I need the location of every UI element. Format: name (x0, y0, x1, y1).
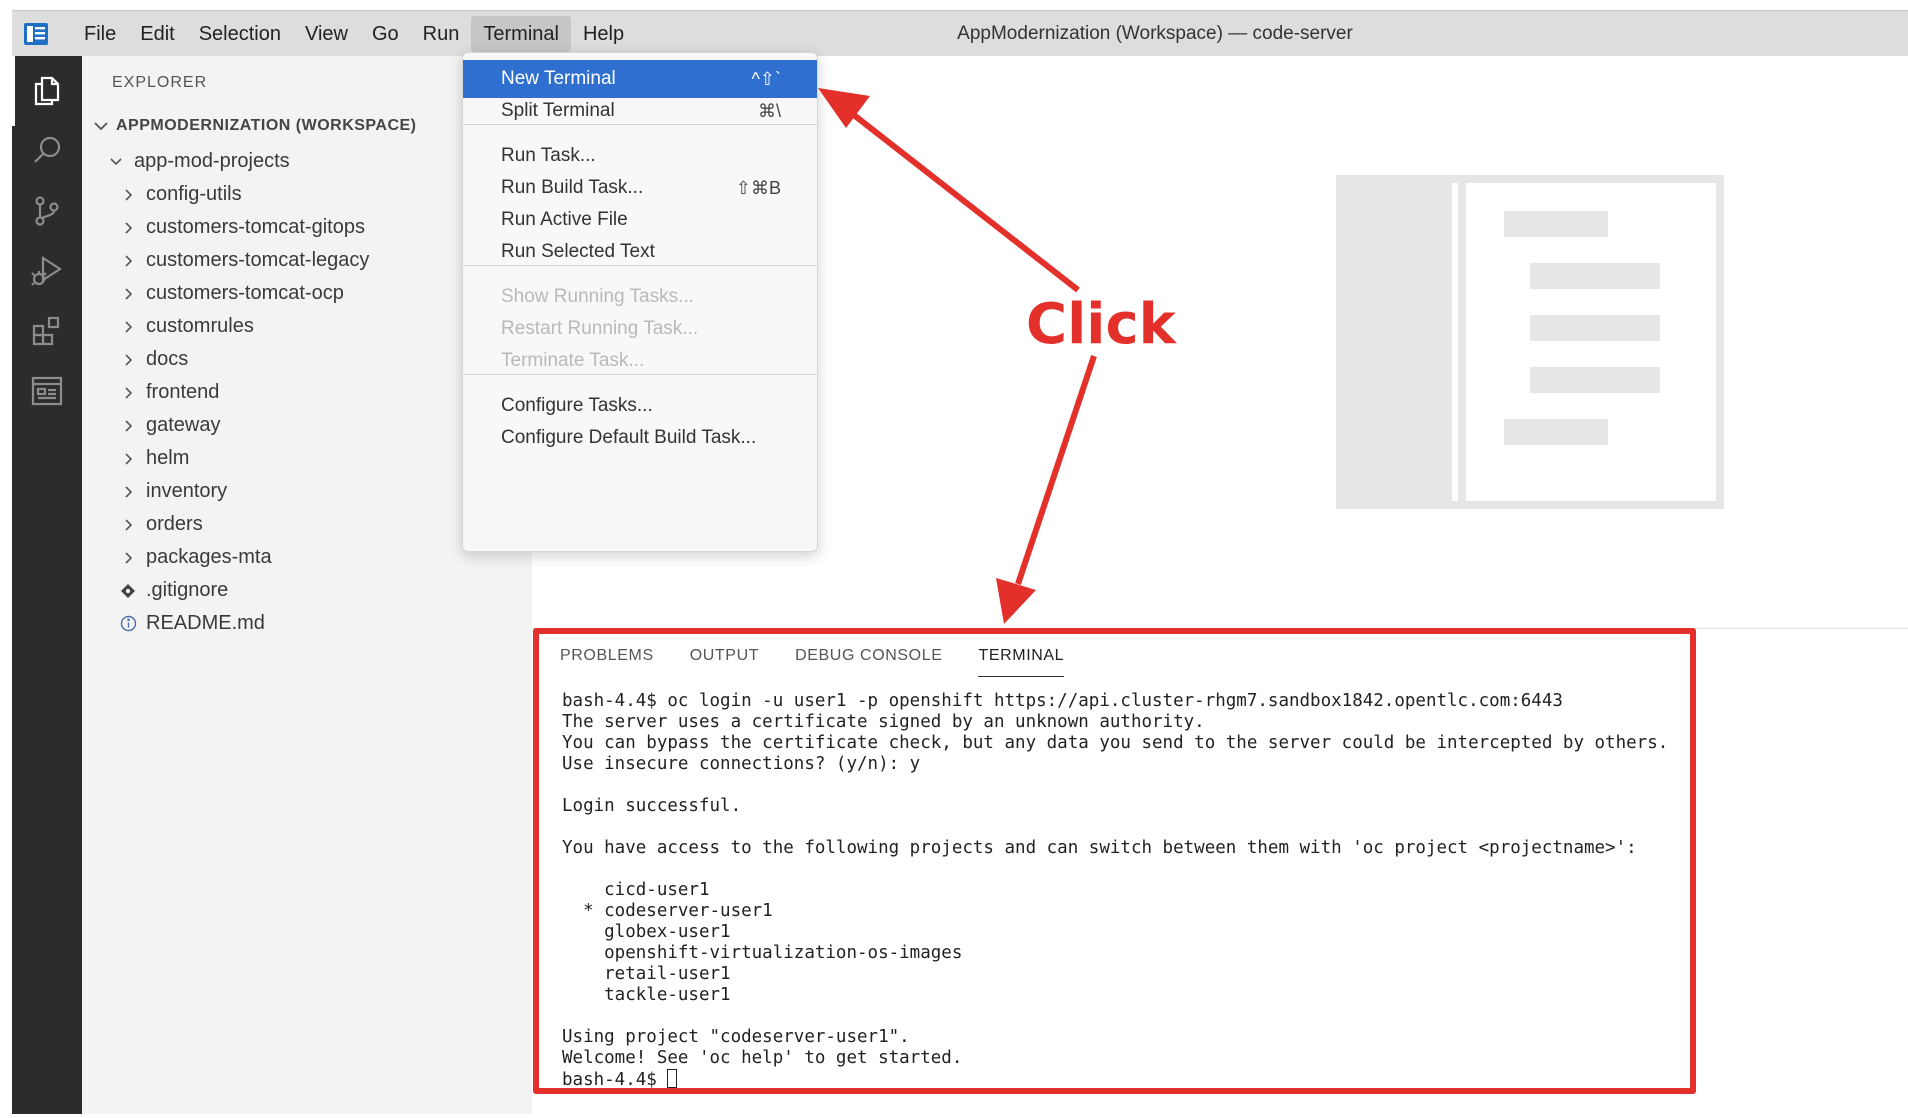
menu-item-label: Configure Default Build Task... (501, 427, 757, 448)
chevron-right-icon (125, 452, 133, 465)
chevron-right-icon (125, 287, 133, 300)
chevron-down-icon (94, 122, 108, 131)
menu-item-shortcut: ^⇧` (751, 68, 781, 89)
menu-item-shortcut: ⇧⌘B (735, 177, 781, 198)
chevron-right-icon (125, 353, 133, 366)
menu-item-label: Terminate Task... (501, 350, 645, 371)
annotation-click-label: Click (1026, 292, 1176, 357)
tree-file-gitignore[interactable]: .gitignore (82, 574, 532, 607)
git-diamond-icon (121, 583, 135, 598)
menu-item-configure-default-build-task[interactable]: Configure Default Build Task... (463, 419, 817, 457)
tree-label: frontend (146, 381, 220, 403)
menu-item-label: Run Build Task... (501, 177, 644, 198)
run-debug-icon (31, 255, 63, 286)
activity-bar (12, 56, 82, 1114)
tree-label: app-mod-projects (134, 150, 290, 172)
chevron-right-icon (125, 419, 133, 432)
info-icon (120, 615, 136, 632)
editor-watermark-icon (1336, 175, 1724, 509)
tree-file-readme[interactable]: README.md (82, 607, 532, 640)
menu-item-label: Show Running Tasks... (501, 286, 694, 307)
tree-label: config-utils (146, 183, 242, 205)
menu-item-label: Run Selected Text (501, 241, 655, 262)
chevron-right-icon (125, 386, 133, 399)
chevron-right-icon (125, 485, 133, 498)
tree-label: inventory (146, 480, 228, 502)
menu-separator (463, 265, 817, 266)
extensions-icon (32, 316, 60, 346)
tree-label: customers-tomcat-ocp (146, 282, 344, 304)
tree-label: packages-mta (146, 546, 272, 568)
title-bar: File Edit Selection View Go Run Terminal… (12, 10, 1908, 56)
tree-label: .gitignore (146, 579, 229, 601)
tree-label: gateway (146, 414, 221, 436)
tree-label: orders (146, 513, 203, 535)
tree-label: helm (146, 447, 190, 469)
source-control-icon (35, 196, 59, 226)
tree-label: customers-tomcat-legacy (146, 249, 370, 271)
chevron-right-icon (125, 188, 133, 201)
tree-label: customrules (146, 315, 254, 337)
menu-item-label: Run Active File (501, 209, 628, 230)
menu-item-label: New Terminal (501, 68, 616, 89)
remote-explorer-icon (31, 376, 63, 406)
explorer-title: EXPLORER (112, 74, 208, 91)
chevron-right-icon (125, 551, 133, 564)
workspace-name: APPMODERNIZATION (WORKSPACE) (116, 117, 417, 134)
window-title: AppModernization (Workspace) — code-serv… (957, 23, 1353, 44)
chevron-right-icon (125, 518, 133, 531)
chevron-right-icon (125, 221, 133, 234)
terminal-menu-dropdown: New Terminal ^⇧` Split Terminal ⌘\ Run Task.… (462, 52, 818, 552)
chevron-right-icon (125, 254, 133, 267)
tree-label: README.md (146, 612, 265, 634)
tree-label: customers-tomcat-gitops (146, 216, 365, 238)
menu-separator (463, 374, 817, 375)
menu-item-label: Configure Tasks... (501, 395, 653, 416)
chevron-down-icon (110, 157, 122, 165)
tree-label: docs (146, 348, 189, 370)
activity-remote-explorer[interactable] (12, 356, 82, 426)
annotation-highlight-box (533, 628, 1696, 1094)
search-icon (34, 136, 61, 163)
menu-separator (463, 124, 817, 125)
explorer-icon (34, 76, 60, 106)
chevron-right-icon (125, 320, 133, 333)
menu-item-label: Run Task... (501, 145, 596, 166)
workspace-header[interactable]: APPMODERNIZATION (WORKSPACE) (92, 112, 417, 140)
menu-item-shortcut: ⌘\ (757, 100, 781, 121)
menu-item-label: Restart Running Task... (501, 318, 699, 339)
menu-item-label: Split Terminal (501, 100, 615, 121)
